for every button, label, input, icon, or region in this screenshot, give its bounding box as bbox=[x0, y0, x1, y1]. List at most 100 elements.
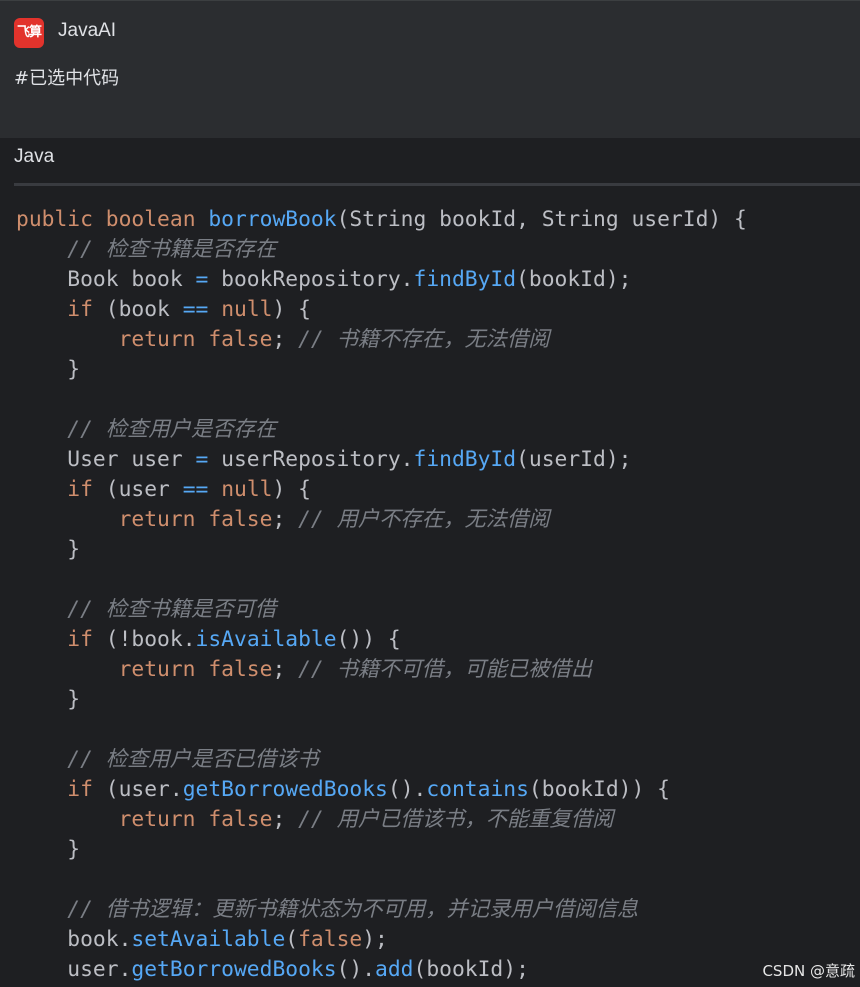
code-line: User user = userRepository.findById(user… bbox=[16, 445, 747, 475]
code-keyword: if bbox=[67, 297, 93, 322]
code-comment: // 书籍不可借，可能已被借出 bbox=[298, 657, 593, 682]
code-identifier: == bbox=[182, 297, 209, 322]
code-identifier: findById bbox=[413, 267, 517, 292]
code-text: user. bbox=[16, 957, 132, 982]
code-line: user.getBorrowedBooks().add(bookId); bbox=[16, 955, 747, 985]
code-text: ) { bbox=[272, 297, 311, 322]
code-text: (String bookId, String userId) { bbox=[336, 207, 747, 232]
code-text: (user. bbox=[92, 777, 183, 802]
code-text: ); bbox=[362, 927, 388, 952]
code-text: (bookId); bbox=[516, 267, 632, 292]
code-text: Book book bbox=[16, 267, 196, 292]
code-identifier: == bbox=[182, 477, 209, 502]
code-text: (). bbox=[387, 777, 427, 802]
code-text: (user bbox=[92, 477, 183, 502]
code-line: } bbox=[16, 355, 747, 385]
code-identifier: getBorrowedBooks bbox=[182, 777, 388, 802]
code-line: // 检查书籍是否可借 bbox=[16, 595, 747, 625]
code-line: return false; // 用户不存在，无法借阅 bbox=[16, 505, 747, 535]
code-identifier: contains bbox=[426, 777, 529, 802]
code-block[interactable]: public boolean borrowBook(String bookId,… bbox=[16, 205, 747, 985]
code-identifier: setAvailable bbox=[131, 927, 286, 952]
code-text: } bbox=[16, 687, 81, 712]
code-line: // 检查用户是否已借该书 bbox=[16, 745, 747, 775]
code-line: if (user.getBorrowedBooks().contains(boo… bbox=[16, 775, 747, 805]
code-line: public boolean borrowBook(String bookId,… bbox=[16, 205, 747, 235]
code-text: User user bbox=[16, 447, 196, 472]
code-text: } bbox=[16, 837, 81, 862]
code-comment: // 书籍不存在，无法借阅 bbox=[298, 327, 550, 352]
code-line: } bbox=[16, 685, 747, 715]
plugin-header: 飞算 JavaAI #已选中代码 bbox=[0, 0, 860, 138]
code-text: (bookId)) { bbox=[528, 777, 670, 802]
code-line: Book book = bookRepository.findById(book… bbox=[16, 265, 747, 295]
code-keyword: if bbox=[67, 627, 93, 652]
code-line: } bbox=[16, 535, 747, 565]
code-line: return false; // 书籍不可借，可能已被借出 bbox=[16, 655, 747, 685]
code-keyword: return bbox=[118, 807, 196, 832]
code-text: } bbox=[16, 357, 81, 382]
code-identifier: = bbox=[195, 267, 209, 292]
code-keyword: null bbox=[221, 477, 273, 502]
code-keyword: if bbox=[67, 777, 93, 802]
code-line: if (!book.isAvailable()) { bbox=[16, 625, 747, 655]
code-keyword: false bbox=[208, 507, 273, 532]
code-text: ; bbox=[272, 327, 299, 352]
code-comment: // 用户不存在，无法借阅 bbox=[298, 507, 550, 532]
code-comment: // 检查书籍是否存在 bbox=[67, 237, 277, 262]
code-line: if (user == null) { bbox=[16, 475, 747, 505]
code-text: (). bbox=[336, 957, 376, 982]
code-line: return false; // 用户已借该书，不能重复借阅 bbox=[16, 805, 747, 835]
code-comment: // 用户已借该书，不能重复借阅 bbox=[298, 807, 614, 832]
code-keyword: if bbox=[67, 477, 93, 502]
code-comment: // 借书逻辑：更新书籍状态为不可用，并记录用户借阅信息 bbox=[67, 897, 639, 922]
code-keyword: public bbox=[16, 207, 93, 232]
code-identifier: isAvailable bbox=[195, 627, 337, 652]
code-line: if (book == null) { bbox=[16, 295, 747, 325]
code-header-divider bbox=[14, 183, 860, 186]
code-line: // 检查用户是否存在 bbox=[16, 415, 747, 445]
code-keyword: false bbox=[208, 327, 273, 352]
code-identifier: findById bbox=[413, 447, 517, 472]
code-text: ) { bbox=[272, 477, 311, 502]
code-text: (bookId); bbox=[413, 957, 529, 982]
code-keyword: return bbox=[118, 327, 196, 352]
code-text: userRepository. bbox=[208, 447, 414, 472]
code-identifier: add bbox=[375, 957, 414, 982]
code-line: // 检查书籍是否存在 bbox=[16, 235, 747, 265]
code-text: ()) { bbox=[336, 627, 401, 652]
code-keyword: false bbox=[298, 927, 363, 952]
code-text: bookRepository. bbox=[208, 267, 414, 292]
code-keyword: return bbox=[118, 657, 196, 682]
code-comment: // 检查用户是否已借该书 bbox=[67, 747, 319, 772]
code-identifier: borrowBook bbox=[208, 207, 337, 232]
code-line: // 借书逻辑：更新书籍状态为不可用，并记录用户借阅信息 bbox=[16, 895, 747, 925]
code-keyword: boolean bbox=[105, 207, 196, 232]
feisuan-logo-icon: 飞算 bbox=[14, 18, 44, 48]
code-keyword: null bbox=[221, 297, 273, 322]
watermark: CSDN @意疏 bbox=[762, 962, 855, 980]
code-text: ; bbox=[272, 807, 299, 832]
selected-code-tag[interactable]: #已选中代码 bbox=[14, 64, 119, 90]
code-language-label: Java bbox=[14, 146, 55, 167]
code-keyword: false bbox=[208, 657, 273, 682]
code-text: (!book. bbox=[92, 627, 196, 652]
